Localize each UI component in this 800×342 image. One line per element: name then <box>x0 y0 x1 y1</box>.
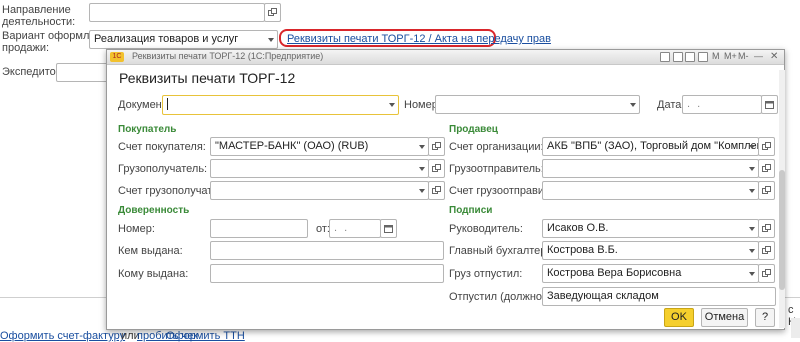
buyer-account-open-button[interactable] <box>428 137 445 156</box>
issued-to-label: Кому выдана: <box>118 268 189 280</box>
attorney-number-label: Номер: <box>118 223 155 235</box>
head-label: Руководитель: <box>449 223 523 235</box>
seller-section-title: Продавец <box>449 124 498 135</box>
released-by-open-button[interactable] <box>758 264 775 283</box>
buyer-section-title: Покупатель <box>118 124 177 135</box>
print-details-link[interactable]: Реквизиты печати ТОРГ-12 / Акта на перед… <box>287 33 551 45</box>
consignee-open-button[interactable] <box>428 159 445 178</box>
dialog-heading: Реквизиты печати ТОРГ-12 <box>119 70 296 86</box>
chevron-down-icon <box>419 167 425 171</box>
ttn-link[interactable]: Оформить ТТН <box>166 330 245 342</box>
org-account-label: Счет организации: <box>449 141 544 153</box>
date-label: Дата: <box>657 99 685 111</box>
minimize-icon[interactable]: — <box>754 51 763 61</box>
org-account-select[interactable]: АКБ "ВПБ" (ЗАО), Торговый дом "Комплексн… <box>542 137 759 156</box>
chevron-down-icon <box>749 272 755 276</box>
text-cursor <box>167 98 168 111</box>
calendar-icon <box>384 225 393 233</box>
open-icon <box>268 8 277 16</box>
shipper-label: Грузоотправитель: <box>449 163 544 175</box>
accountant-open-button[interactable] <box>758 241 775 260</box>
signatures-section-title: Подписи <box>449 205 493 216</box>
open-icon <box>432 186 441 194</box>
open-icon <box>432 142 441 150</box>
dialog-titlebar: 1С Реквизиты печати ТОРГ-12 (1С:Предприя… <box>107 50 784 65</box>
issued-to-input[interactable] <box>210 264 444 283</box>
open-icon <box>432 164 441 172</box>
position-input[interactable]: Заведующая складом <box>542 287 776 306</box>
open-icon <box>762 142 771 150</box>
accountant-label: Главный бухгалтер: <box>449 245 550 257</box>
open-icon <box>762 224 771 232</box>
shipper-open-button[interactable] <box>758 159 775 178</box>
dialog-window-title: Реквизиты печати ТОРГ-12 (1С:Предприятие… <box>132 51 324 61</box>
document-select[interactable] <box>162 95 399 115</box>
chevron-down-icon <box>749 167 755 171</box>
attorney-date-input[interactable]: . . <box>329 219 381 238</box>
close-icon[interactable]: ✕ <box>770 51 778 62</box>
chevron-down-icon <box>419 145 425 149</box>
app-logo-icon: 1С <box>110 52 124 62</box>
shipper-select[interactable] <box>542 159 759 178</box>
released-by-label: Груз отпустил: <box>449 268 523 280</box>
head-select[interactable]: Исаков О.В. <box>542 219 759 238</box>
invoice-link[interactable]: Оформить счет-фактуру <box>0 330 125 342</box>
issued-by-input[interactable] <box>210 241 444 260</box>
date-calendar-button[interactable] <box>761 95 778 114</box>
shipper-account-select[interactable] <box>542 181 759 200</box>
open-icon <box>762 186 771 194</box>
attorney-from-label: от: <box>316 223 330 235</box>
chevron-down-icon <box>749 189 755 193</box>
date-input[interactable]: . . <box>682 95 762 114</box>
scrollbar-thumb[interactable] <box>779 170 785 290</box>
cancel-button[interactable]: Отмена <box>701 308 748 327</box>
chevron-down-icon <box>749 227 755 231</box>
memory-m-button[interactable]: M <box>712 51 720 61</box>
ok-button[interactable]: OK <box>664 308 694 327</box>
dialog-scrollbar[interactable] <box>779 70 785 328</box>
attorney-section-title: Доверенность <box>118 205 190 216</box>
number-select[interactable] <box>435 95 640 114</box>
chevron-down-icon <box>389 103 395 107</box>
chevron-down-icon <box>749 145 755 149</box>
issued-by-label: Кем выдана: <box>118 245 183 257</box>
print-details-dialog: 1С Реквизиты печати ТОРГ-12 (1С:Предприя… <box>106 49 785 330</box>
consignee-account-open-button[interactable] <box>428 181 445 200</box>
direction-label: Направление деятельности: <box>2 4 76 28</box>
right-side-scroll <box>791 318 800 338</box>
released-by-select[interactable]: Кострова Вера Борисовна <box>542 264 759 283</box>
buyer-account-label: Счет покупателя: <box>118 141 206 153</box>
accountant-select[interactable]: Кострова В.Б. <box>542 241 759 260</box>
attorney-date-calendar-button[interactable] <box>380 219 397 238</box>
chevron-down-icon <box>419 189 425 193</box>
open-icon <box>762 269 771 277</box>
head-open-button[interactable] <box>758 219 775 238</box>
calendar-icon[interactable] <box>685 52 695 62</box>
org-account-open-button[interactable] <box>758 137 775 156</box>
print-icon[interactable] <box>673 52 683 62</box>
open-icon <box>762 164 771 172</box>
chevron-down-icon <box>749 249 755 253</box>
consignee-label: Грузополучатель: <box>118 163 208 175</box>
calculator-icon[interactable] <box>698 52 708 62</box>
memory-plus-button[interactable]: M+ <box>724 51 737 61</box>
direction-open-button[interactable] <box>264 3 281 22</box>
memory-minus-button[interactable]: M- <box>738 51 749 61</box>
shipper-account-open-button[interactable] <box>758 181 775 200</box>
consignee-select[interactable] <box>210 159 429 178</box>
buyer-account-select[interactable]: "МАСТЕР-БАНК" (ОАО) (RUB) <box>210 137 429 156</box>
direction-input[interactable] <box>89 3 265 22</box>
open-icon <box>762 246 771 254</box>
variant-select[interactable]: Реализация товаров и услуг <box>89 30 278 49</box>
help-button[interactable]: ? <box>755 308 775 327</box>
chevron-down-icon <box>630 103 636 107</box>
attorney-number-input[interactable] <box>210 219 308 238</box>
calendar-icon <box>765 101 774 109</box>
consignee-account-select[interactable] <box>210 181 429 200</box>
chevron-down-icon <box>268 38 274 42</box>
save-icon[interactable] <box>660 52 670 62</box>
